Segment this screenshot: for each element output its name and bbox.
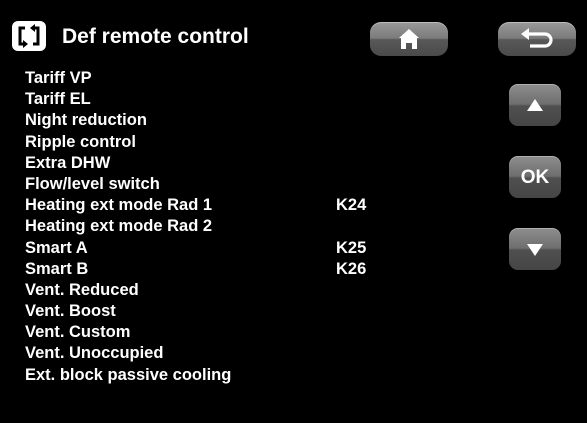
list-item-label: Vent. Custom: [25, 323, 131, 342]
down-arrow-icon: [527, 244, 543, 256]
home-button[interactable]: [370, 22, 448, 56]
list-item[interactable]: Vent. Boost: [25, 301, 495, 322]
list-item-label: Smart A: [25, 238, 88, 257]
list-item[interactable]: Tariff VP: [25, 68, 495, 89]
scroll-up-button[interactable]: [509, 84, 561, 126]
list-item[interactable]: Night reduction: [25, 110, 495, 131]
list-item[interactable]: Tariff EL: [25, 89, 495, 110]
ok-label: OK: [520, 167, 550, 188]
list-item-label: Vent. Unoccupied: [25, 344, 164, 363]
list-item-label: Heating ext mode Rad 1: [25, 196, 213, 215]
list-item-value: K26: [336, 259, 367, 278]
list-item-label: Heating ext mode Rad 2: [25, 217, 213, 236]
list-item[interactable]: Vent. Unoccupied: [25, 343, 495, 364]
list-item[interactable]: Vent. Custom: [25, 322, 495, 343]
list-item[interactable]: Heating ext mode Rad 1 K24: [25, 195, 495, 216]
header: Def remote control: [0, 0, 587, 62]
page-title: Def remote control: [62, 25, 249, 48]
list-item-label: Ripple control: [25, 132, 136, 151]
list-item-label: Tariff VP: [25, 69, 92, 87]
home-icon: [399, 29, 419, 49]
back-arrow-icon: [521, 28, 553, 48]
list-item-label: Vent. Boost: [25, 302, 116, 321]
back-button[interactable]: [498, 22, 576, 56]
remote-control-list: Tariff VP Tariff EL Night reduction Ripple …: [25, 68, 495, 386]
list-item-label: Extra DHW: [25, 153, 111, 172]
ok-button[interactable]: OK: [509, 156, 561, 198]
list-item-value: K25: [336, 238, 367, 257]
list-item-label: Smart B: [25, 259, 89, 278]
list-item[interactable]: Smart B K26: [25, 259, 495, 280]
list-item[interactable]: Extra DHW: [25, 153, 495, 174]
up-arrow-icon: [527, 99, 543, 111]
list-item-label: Tariff EL: [25, 90, 91, 109]
list-item-label: Flow/level switch: [25, 174, 160, 193]
list-item[interactable]: Flow/level switch: [25, 174, 495, 195]
list-item[interactable]: Heating ext mode Rad 2: [25, 216, 495, 237]
scroll-down-button[interactable]: [509, 228, 561, 270]
screen: Def remote control Tariff VP Tariff EL Nig…: [0, 0, 587, 423]
list-item-label: Vent. Reduced: [25, 280, 139, 299]
list-item-label: Night reduction: [25, 111, 147, 130]
list-item[interactable]: Ripple control: [25, 132, 495, 153]
list-item-label: Ext. block passive cooling: [25, 365, 232, 384]
remote-control-arrows-icon: [12, 21, 46, 51]
list-item[interactable]: Vent. Reduced: [25, 280, 495, 301]
list-item[interactable]: Smart A K25: [25, 238, 495, 259]
list-item[interactable]: Ext. block passive cooling: [25, 365, 495, 386]
list-item-value: K24: [336, 196, 367, 215]
